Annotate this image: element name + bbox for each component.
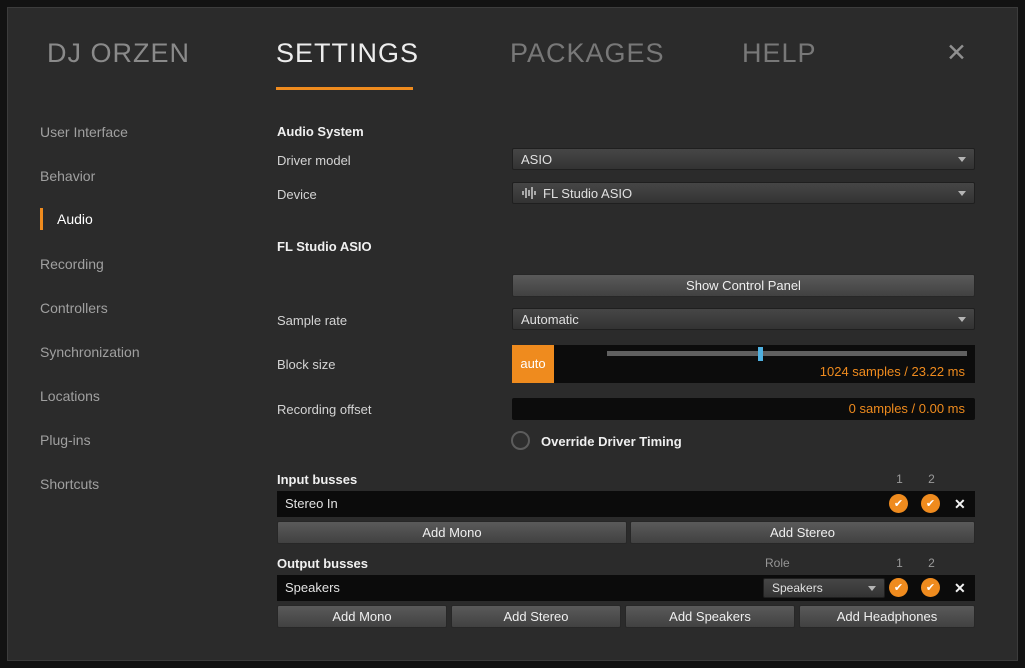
output-bus-name: Speakers — [285, 580, 340, 595]
input-bus-row: Stereo In ✔ ✔ ✕ — [277, 491, 975, 517]
tab-help[interactable]: HELP — [742, 38, 817, 69]
waveform-icon — [522, 187, 536, 199]
device-section-heading: FL Studio ASIO — [277, 239, 372, 254]
block-size-label: Block size — [277, 357, 336, 372]
input-col-2: 2 — [928, 472, 935, 486]
input-channel-2-check-icon[interactable]: ✔ — [921, 494, 940, 513]
tab-packages[interactable]: PACKAGES — [510, 38, 665, 69]
sidebar-item-behavior[interactable]: Behavior — [40, 165, 95, 187]
device-value: FL Studio ASIO — [543, 185, 633, 201]
override-driver-timing-label: Override Driver Timing — [541, 434, 682, 449]
sidebar-item-audio[interactable]: Audio — [40, 208, 93, 230]
input-col-1: 1 — [896, 472, 903, 486]
sample-rate-select[interactable]: Automatic — [512, 308, 975, 330]
active-tab-underline — [276, 87, 413, 90]
block-size-value: 1024 samples / 23.22 ms — [819, 364, 965, 379]
input-bus-name: Stereo In — [285, 496, 338, 511]
close-icon[interactable]: ✕ — [946, 38, 967, 68]
show-control-panel-button[interactable]: Show Control Panel — [512, 274, 975, 297]
device-select[interactable]: FL Studio ASIO — [512, 182, 975, 204]
chevron-down-icon — [868, 586, 876, 591]
override-driver-timing-toggle[interactable] — [511, 431, 530, 450]
output-bus-row: Speakers Speakers ✔ ✔ ✕ — [277, 575, 975, 601]
driver-model-value: ASIO — [521, 151, 553, 167]
sample-rate-label: Sample rate — [277, 313, 348, 328]
app-brand: DJ ORZEN — [47, 38, 190, 68]
output-add-speakers-button[interactable]: Add Speakers — [625, 605, 795, 628]
block-size-slider-handle[interactable] — [758, 347, 763, 361]
block-size-panel: 1024 samples / 23.22 ms — [554, 345, 975, 383]
driver-model-select[interactable]: ASIO — [512, 148, 975, 170]
sample-rate-value: Automatic — [521, 311, 579, 327]
chevron-down-icon — [958, 157, 966, 162]
input-bus-delete-icon[interactable]: ✕ — [954, 491, 966, 517]
input-channel-1-check-icon[interactable]: ✔ — [889, 494, 908, 513]
driver-model-label: Driver model — [277, 153, 351, 168]
role-column-label: Role — [765, 556, 790, 570]
recording-offset-value[interactable]: 0 samples / 0.00 ms — [512, 398, 975, 420]
sidebar-item-locations[interactable]: Locations — [40, 385, 100, 407]
settings-dialog — [7, 7, 1018, 661]
input-busses-heading: Input busses — [277, 472, 358, 487]
output-add-stereo-button[interactable]: Add Stereo — [451, 605, 621, 628]
device-label: Device — [277, 187, 317, 202]
chevron-down-icon — [958, 191, 966, 196]
output-busses-heading: Output busses — [277, 556, 369, 571]
recording-offset-label: Recording offset — [277, 402, 372, 417]
tab-settings[interactable]: SETTINGS — [276, 38, 419, 69]
sidebar-item-synchronization[interactable]: Synchronization — [40, 341, 140, 363]
output-add-mono-button[interactable]: Add Mono — [277, 605, 447, 628]
input-add-stereo-button[interactable]: Add Stereo — [630, 521, 975, 544]
audio-system-heading: Audio System — [277, 124, 364, 139]
output-role-select[interactable]: Speakers — [763, 578, 885, 598]
output-bus-delete-icon[interactable]: ✕ — [954, 575, 966, 601]
auto-block-size-button[interactable]: auto — [512, 345, 554, 383]
output-role-value: Speakers — [772, 581, 823, 595]
output-add-headphones-button[interactable]: Add Headphones — [799, 605, 975, 628]
sidebar-item-shortcuts[interactable]: Shortcuts — [40, 473, 99, 495]
sidebar-item-plugins[interactable]: Plug-ins — [40, 429, 91, 451]
output-col-1: 1 — [896, 556, 903, 570]
sidebar-item-controllers[interactable]: Controllers — [40, 297, 108, 319]
input-add-mono-button[interactable]: Add Mono — [277, 521, 627, 544]
output-col-2: 2 — [928, 556, 935, 570]
sidebar-item-user-interface[interactable]: User Interface — [40, 121, 128, 143]
chevron-down-icon — [958, 317, 966, 322]
output-channel-1-check-icon[interactable]: ✔ — [889, 578, 908, 597]
output-channel-2-check-icon[interactable]: ✔ — [921, 578, 940, 597]
block-size-slider-track[interactable] — [607, 351, 967, 356]
sidebar-item-recording[interactable]: Recording — [40, 253, 104, 275]
